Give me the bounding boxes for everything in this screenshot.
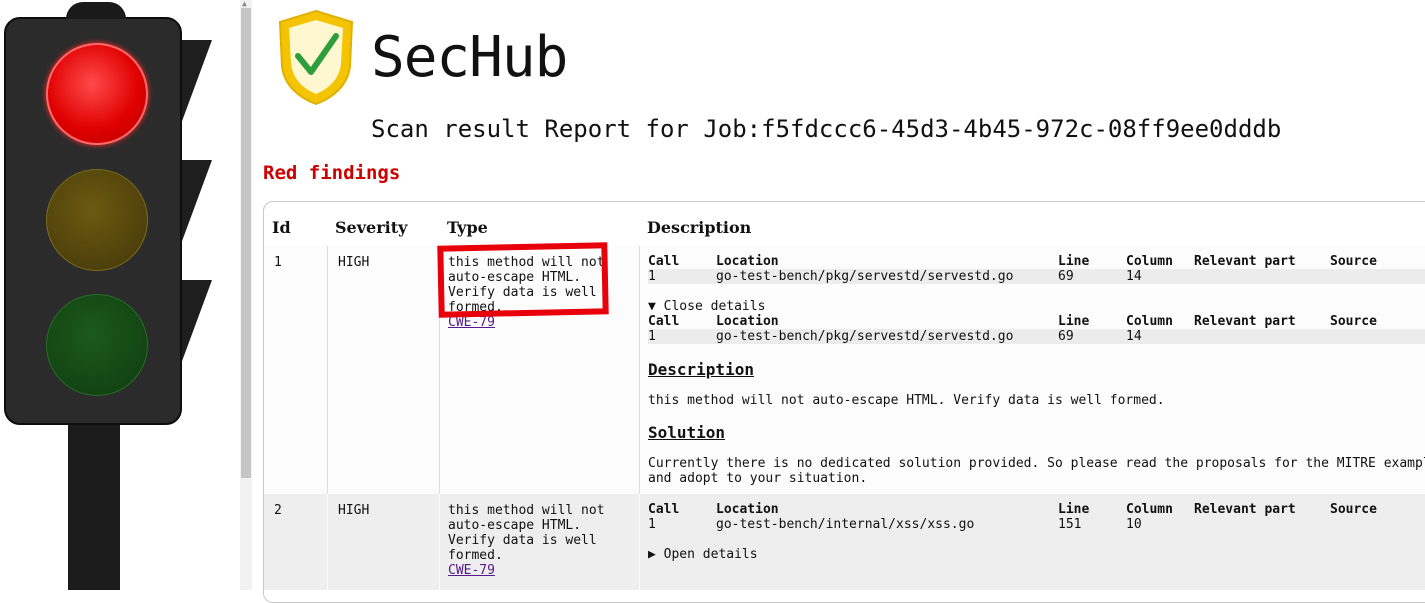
column-separator: [327, 494, 328, 590]
traffic-light-pole: [68, 425, 120, 590]
column-header: Column: [1126, 254, 1173, 269]
location-value: go-test-bench/pkg/servestd/servestd.go: [716, 269, 1014, 284]
column-header: Column: [1126, 502, 1173, 517]
detail-call-value: 1: [648, 329, 656, 344]
report-subtitle: Scan result Report for Job:f5fdccc6-45d3…: [371, 115, 1282, 143]
detail-column-value: 14: [1126, 329, 1142, 344]
column-header-severity: Severity: [335, 218, 408, 237]
scroll-up-icon[interactable]: ▲: [242, 0, 247, 8]
column-separator: [327, 246, 328, 494]
highlight-annotation-box: [437, 242, 609, 318]
relevant-part-header: Relevant part: [1194, 254, 1296, 269]
traffic-light-housing: [4, 2, 182, 425]
call-header: Call: [648, 314, 680, 329]
finding-severity: HIGH: [338, 503, 370, 518]
open-details-toggle[interactable]: ▶ Open details: [648, 547, 758, 562]
finding-id: 2: [274, 503, 282, 518]
line-header: Line: [1058, 502, 1090, 517]
column-header-description: Description: [647, 218, 752, 237]
traffic-light-status: [0, 0, 240, 590]
column-separator: [639, 246, 640, 494]
column-value: 14: [1126, 269, 1142, 284]
traffic-light-hood: [178, 280, 212, 372]
call-header: Call: [648, 502, 680, 517]
column-separator: [639, 494, 640, 590]
traffic-light-hood: [178, 40, 212, 132]
solution-text: Currently there is no dedicated solution…: [648, 456, 1425, 486]
source-header: Source: [1330, 502, 1377, 517]
column-value: 10: [1126, 517, 1142, 532]
relevant-part-header: Relevant part: [1194, 314, 1296, 329]
description-text: this method will not auto-escape HTML. V…: [648, 393, 1165, 408]
finding-type: this method will not auto-escape HTML. V…: [448, 503, 605, 563]
line-value: 151: [1058, 517, 1082, 532]
column-separator: [439, 494, 440, 590]
location-value: go-test-bench/internal/xss/xss.go: [716, 517, 975, 532]
call-value: 1: [648, 517, 656, 532]
green-lamp: [46, 294, 148, 396]
sechub-shield-icon: [278, 9, 354, 106]
line-header: Line: [1058, 254, 1090, 269]
app-title: SecHub: [371, 25, 568, 90]
relevant-part-header: Relevant part: [1194, 502, 1296, 517]
detail-location-value: go-test-bench/pkg/servestd/servestd.go: [716, 329, 1014, 344]
column-header-id: Id: [272, 218, 291, 237]
detail-line-value: 69: [1058, 329, 1074, 344]
call-header: Call: [648, 254, 680, 269]
red-lamp: [46, 43, 148, 145]
solution-heading: Solution: [648, 423, 726, 442]
column-header: Column: [1126, 314, 1173, 329]
scrollbar-thumb[interactable]: [241, 8, 251, 478]
call-value: 1: [648, 269, 656, 284]
finding-severity: HIGH: [338, 255, 370, 270]
traffic-light-hood: [178, 160, 212, 252]
line-value: 69: [1058, 269, 1074, 284]
location-header: Location: [716, 254, 779, 269]
source-header: Source: [1330, 314, 1377, 329]
column-header-type: Type: [447, 218, 488, 237]
close-details-toggle[interactable]: ▼ Close details: [648, 299, 765, 314]
source-header: Source: [1330, 254, 1377, 269]
cwe-link[interactable]: CWE-79: [448, 563, 495, 578]
red-findings-heading: Red findings: [263, 162, 401, 184]
finding-id: 1: [274, 255, 282, 270]
description-heading: Description: [648, 360, 754, 379]
line-header: Line: [1058, 314, 1090, 329]
yellow-lamp: [46, 169, 148, 271]
location-header: Location: [716, 314, 779, 329]
location-header: Location: [716, 502, 779, 517]
